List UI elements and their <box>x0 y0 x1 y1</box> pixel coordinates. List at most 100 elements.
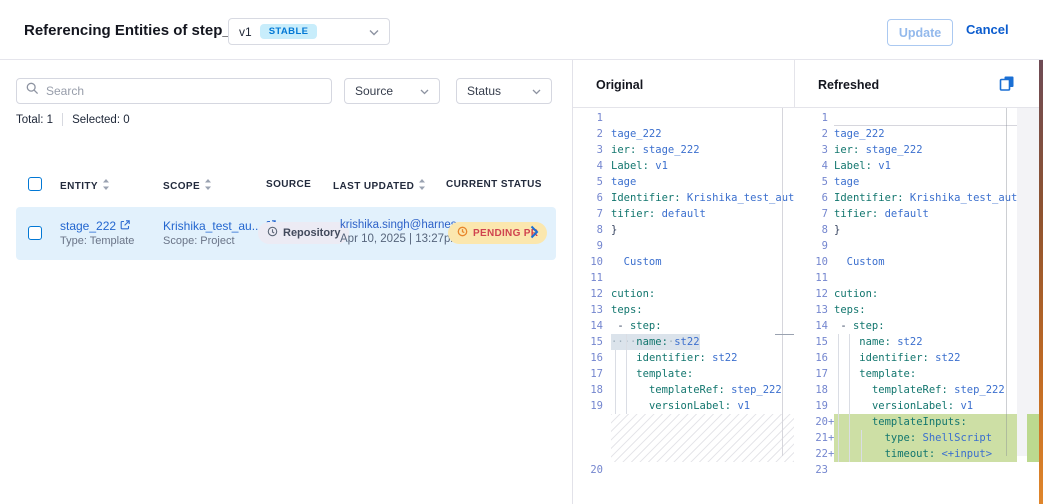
code-line: 5tage <box>794 174 1017 190</box>
code-line: 13teps: <box>794 302 1017 318</box>
referencing-entities-dialog: Referencing Entities of step_222 v1 STAB… <box>0 0 1043 504</box>
repository-icon <box>267 226 278 240</box>
column-last-updated: LAST UPDATED <box>333 179 426 193</box>
diff-sash <box>782 108 783 456</box>
external-link-icon <box>120 219 130 233</box>
code-line: 19 versionLabel: v1 <box>794 398 1017 414</box>
column-current-status: CURRENT STATUS <box>446 179 542 190</box>
indent-guide <box>626 350 627 366</box>
status-filter-label: Status <box>467 84 532 98</box>
code-line: 10 Custom <box>794 254 1017 270</box>
indent-guide <box>861 430 862 446</box>
code-line: 20 <box>573 462 794 478</box>
sort-icon[interactable] <box>102 179 110 193</box>
update-button[interactable]: Update <box>887 19 953 46</box>
code-line: 5tage <box>573 174 794 190</box>
search-placeholder: Search <box>46 84 84 98</box>
indent-guide <box>849 382 850 398</box>
search-icon <box>26 82 39 100</box>
indent-guide <box>838 446 839 462</box>
sort-icon[interactable] <box>204 179 212 193</box>
yaml-diff-viewer: Original Refreshed 12tage_2223ier: stage… <box>572 60 1043 504</box>
indent-guide <box>838 382 839 398</box>
row-checkbox[interactable] <box>28 226 42 240</box>
cancel-button[interactable]: Cancel <box>966 22 1009 37</box>
column-source: SOURCE <box>266 179 311 190</box>
divider <box>62 113 63 126</box>
table-header: ENTITY SCOPE SOURCE LAST UPDATED CURRENT… <box>0 173 556 199</box>
search-input[interactable]: Search <box>16 78 332 104</box>
indent-guide <box>626 382 627 398</box>
code-line: 12cution: <box>794 286 1017 302</box>
editor-edge <box>1006 108 1007 456</box>
code-line: 17 template: <box>573 366 794 382</box>
indent-guide <box>838 334 839 350</box>
hatch-placeholder <box>573 414 794 462</box>
code-line: 19 versionLabel: v1 <box>573 398 794 414</box>
code-line: 21+ type: ShellScript <box>794 430 1017 446</box>
code-line: 7tifier: default <box>573 206 794 222</box>
original-code-panel: 12tage_2223ier: stage_2224Label: v15tage… <box>573 108 794 504</box>
indent-guide <box>615 366 616 382</box>
code-line: 6Identifier: Krishika_test_aut <box>573 190 794 206</box>
indent-guide <box>861 446 862 462</box>
code-line: 18 templateRef: step_222 <box>794 382 1017 398</box>
code-line: 16 identifier: st22 <box>573 350 794 366</box>
sort-icon[interactable] <box>418 179 426 193</box>
code-line: 3ier: stage_222 <box>794 142 1017 158</box>
diff-connector <box>775 334 794 335</box>
version-select[interactable]: v1 STABLE <box>228 18 390 45</box>
code-line: 20+ templateInputs: <box>794 414 1017 430</box>
diff-code-area: 12tage_2223ier: stage_2224Label: v15tage… <box>573 108 1043 504</box>
updated-by: krishika.singh@harnes... <box>340 219 466 231</box>
code-line: 14 - step: <box>573 318 794 334</box>
page-title: Referencing Entities of step_222 <box>24 22 256 39</box>
code-line: 10 Custom <box>573 254 794 270</box>
status-filter-dropdown[interactable]: Status <box>456 78 552 104</box>
window-edge-strip <box>1039 60 1043 504</box>
code-line: 1 <box>573 110 794 126</box>
code-line: 14 - step: <box>794 318 1017 334</box>
source-filter-dropdown[interactable]: Source <box>344 78 440 104</box>
ruler-added-mark <box>1027 414 1039 462</box>
indent-guide <box>615 382 616 398</box>
indent-guide <box>849 334 850 350</box>
indent-guide <box>626 398 627 414</box>
indent-guide <box>849 414 850 430</box>
clock-icon <box>457 226 468 240</box>
code-line: 9 <box>794 238 1017 254</box>
indent-guide <box>838 414 839 430</box>
totals-bar: Total: 1 Selected: 0 <box>16 113 130 126</box>
code-line: 15 name: st22 <box>794 334 1017 350</box>
code-line: 15····name:·st22 <box>573 334 794 350</box>
chevron-down-icon <box>369 23 379 41</box>
selected-count: Selected: 0 <box>72 114 130 126</box>
row-expand-chevron[interactable] <box>530 225 539 244</box>
indent-guide <box>849 398 850 414</box>
code-line: 11 <box>794 270 1017 286</box>
copy-icon[interactable] <box>999 75 1015 96</box>
indent-guide <box>615 398 616 414</box>
code-line: 18 templateRef: step_222 <box>573 382 794 398</box>
code-line: 13teps: <box>573 302 794 318</box>
diff-header: Original Refreshed <box>573 60 1043 108</box>
entity-cell: stage_222 Type: Template <box>60 219 134 247</box>
code-line: 12cution: <box>573 286 794 302</box>
select-all-checkbox[interactable] <box>28 177 42 191</box>
overview-ruler[interactable] <box>1017 108 1039 456</box>
code-line: 1 <box>794 110 1017 126</box>
indent-guide <box>626 366 627 382</box>
code-line: 3ier: stage_222 <box>573 142 794 158</box>
table-row[interactable]: stage_222 Type: Template Krishika_test_a… <box>16 207 556 260</box>
code-line: 7tifier: default <box>794 206 1017 222</box>
indent-guide <box>838 350 839 366</box>
code-line: 6Identifier: Krishika_test_aut <box>794 190 1017 206</box>
dialog-header: Referencing Entities of step_222 v1 STAB… <box>0 0 1043 60</box>
column-scope: SCOPE <box>163 179 212 193</box>
entity-link[interactable]: stage_222 <box>60 219 134 233</box>
indent-guide <box>849 430 850 446</box>
code-line: 2tage_222 <box>794 126 1017 142</box>
indent-guide <box>626 334 627 350</box>
indent-guide <box>849 350 850 366</box>
chevron-down-icon <box>532 84 541 98</box>
